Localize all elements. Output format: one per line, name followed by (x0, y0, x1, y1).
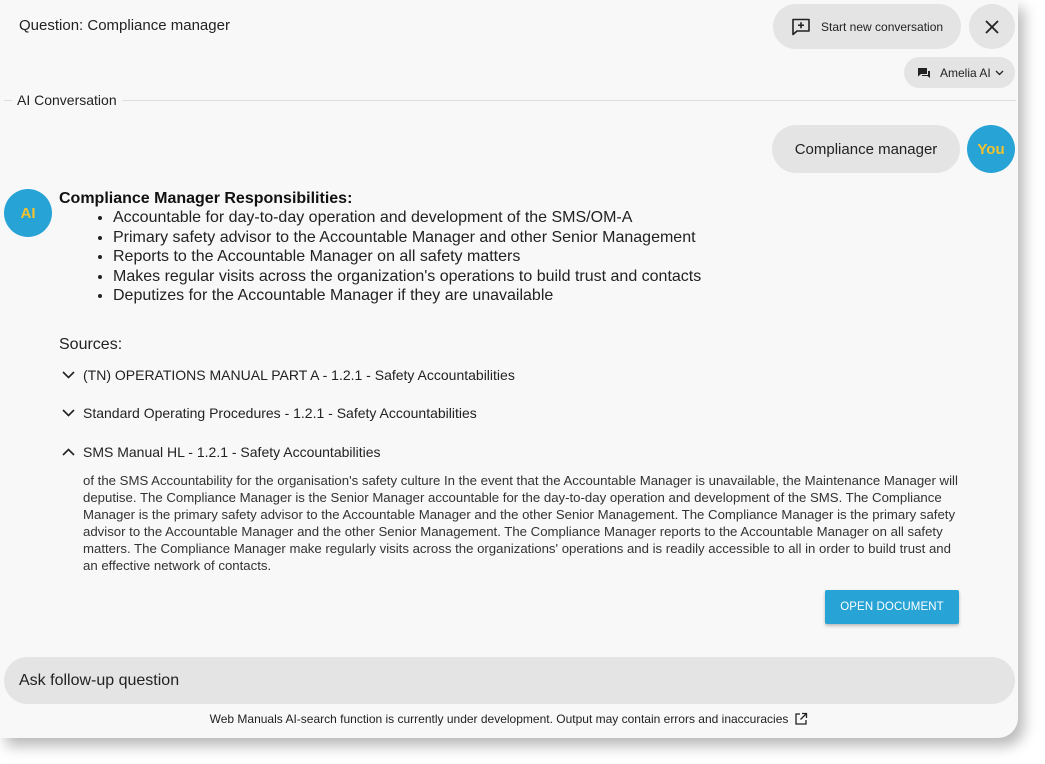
ai-search-panel: Question: Compliance manager Start new c… (0, 0, 1018, 738)
source-item-sms-manual[interactable]: SMS Manual HL - 1.2.1 - Safety Accountab… (62, 444, 381, 460)
answer-bullet: Makes regular visits across the organiza… (113, 267, 701, 287)
answer-bullet: Reports to the Accountable Manager on al… (113, 247, 701, 267)
answer-bullet: Deputizes for the Accountable Manager if… (113, 286, 701, 306)
answer-bullet: Accountable for day-to-day operation and… (113, 208, 701, 228)
open-document-button[interactable]: OPEN DOCUMENT (825, 590, 959, 624)
chevron-down-icon (62, 371, 78, 379)
answer-bullet: Primary safety advisor to the Accountabl… (113, 228, 701, 248)
user-message-bubble: Compliance manager (772, 125, 960, 173)
close-button[interactable] (969, 4, 1015, 49)
close-icon (985, 19, 999, 34)
follow-up-question-input[interactable] (4, 657, 1015, 704)
user-avatar: You (967, 125, 1015, 173)
chevron-up-icon (62, 448, 78, 456)
new-chat-icon (791, 18, 811, 36)
source-item-label: Standard Operating Procedures - 1.2.1 - … (83, 405, 477, 421)
source-excerpt: of the SMS Accountability for the organi… (83, 473, 958, 573)
question-title: Question: Compliance manager (19, 17, 230, 34)
chevron-down-icon (62, 409, 78, 417)
disclaimer: Web Manuals AI-search function is curren… (0, 712, 1018, 726)
answer-heading: Compliance Manager Responsibilities: (59, 190, 353, 207)
disclaimer-text: Web Manuals AI-search function is curren… (209, 712, 789, 726)
model-selector-label: Amelia AI (940, 65, 991, 80)
chevron-down-icon (995, 70, 1004, 76)
section-divider (4, 100, 1016, 101)
source-item-label: SMS Manual HL - 1.2.1 - Safety Accountab… (83, 444, 381, 460)
start-new-conversation-label: Start new conversation (821, 19, 944, 34)
section-label: AI Conversation (12, 92, 122, 108)
source-item-operations-manual[interactable]: (TN) OPERATIONS MANUAL PART A - 1.2.1 - … (62, 367, 515, 383)
ai-avatar: AI (4, 189, 52, 237)
start-new-conversation-button[interactable]: Start new conversation (773, 4, 961, 49)
sources-title: Sources: (59, 336, 123, 353)
external-link-icon[interactable] (794, 712, 808, 726)
source-item-label: (TN) OPERATIONS MANUAL PART A - 1.2.1 - … (83, 367, 515, 383)
model-selector-dropdown[interactable]: Amelia AI (904, 57, 1015, 88)
answer-bullet-list: Accountable for day-to-day operation and… (59, 208, 701, 306)
chat-icon (917, 67, 931, 79)
source-item-standard-operating-procedures[interactable]: Standard Operating Procedures - 1.2.1 - … (62, 405, 477, 421)
